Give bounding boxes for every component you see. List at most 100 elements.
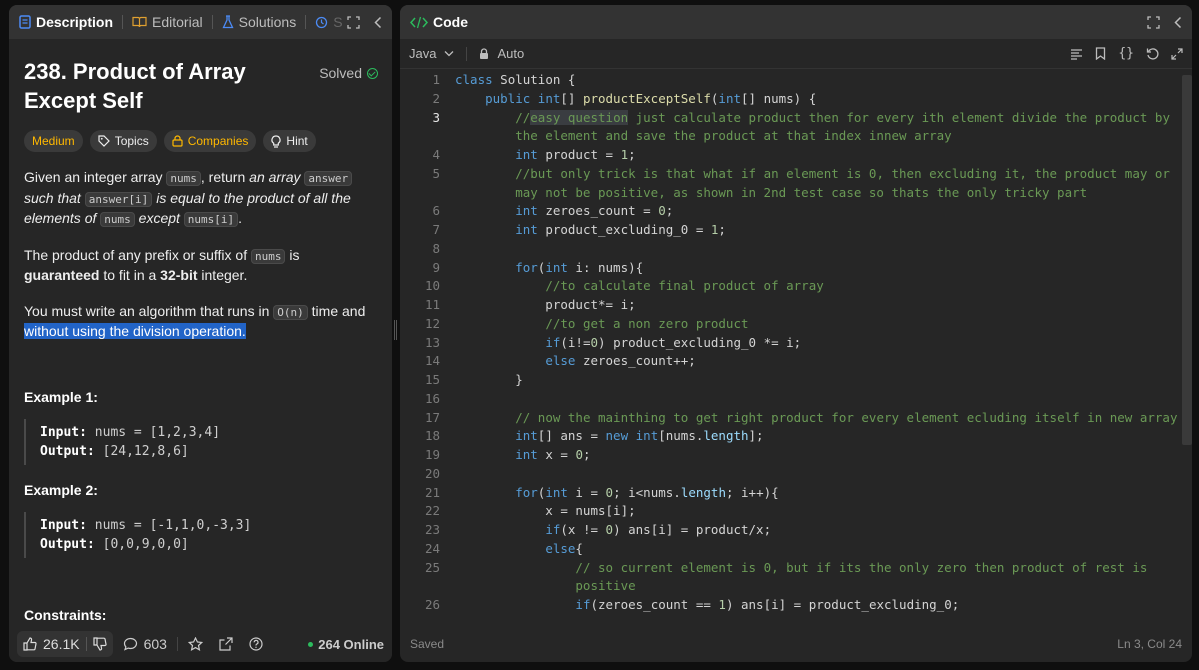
solved-status: Solved xyxy=(319,65,378,81)
line-number: 3 xyxy=(432,109,440,125)
hint-chip[interactable]: Hint xyxy=(263,130,316,152)
code-icon xyxy=(410,16,428,29)
language-select[interactable]: Java xyxy=(409,46,436,61)
search-match: easy question xyxy=(530,109,629,125)
code-complexity: O(n) xyxy=(273,304,308,320)
code-line[interactable]: 10 //to calculate final product of array xyxy=(400,277,1180,296)
code-line[interactable]: 26 if(zeroes_count == 1) ans[i] = produc… xyxy=(400,596,1180,615)
star-icon[interactable] xyxy=(187,637,203,651)
code-text: // so current element is 0, but if its t… xyxy=(575,559,1148,575)
collapse-left-icon[interactable] xyxy=(374,16,382,29)
code-line[interactable]: 3 //easy question just calculate product… xyxy=(400,109,1180,128)
code-line[interactable]: 7 int product_excluding_0 = 1; xyxy=(400,221,1180,240)
chevron-down-icon[interactable] xyxy=(444,50,454,57)
code-line[interactable]: 9 for(int i: nums){ xyxy=(400,259,1180,278)
collapse-right-icon[interactable] xyxy=(1174,16,1182,29)
line-number: 8 xyxy=(432,240,440,256)
code-line-wrap[interactable]: positive xyxy=(400,577,1180,596)
code-line[interactable]: 21 for(int i = 0; i<nums.length; i++){ xyxy=(400,484,1180,503)
code-line[interactable]: 16 xyxy=(400,390,1180,409)
text: to fit in a xyxy=(99,267,161,283)
code-line[interactable]: 17 // now the mainthing to get right pro… xyxy=(400,409,1180,428)
bookmark-icon[interactable] xyxy=(1095,47,1106,60)
code-text: int product_excluding_0 = 1; xyxy=(515,222,726,237)
code-text: x = nums[i]; xyxy=(455,503,636,519)
code-line[interactable]: 11 product*= i; xyxy=(400,296,1180,315)
companies-label: Companies xyxy=(187,134,249,148)
code-line[interactable]: 15 } xyxy=(400,371,1180,390)
tab-submissions[interactable]: S xyxy=(315,14,343,30)
tab-solutions[interactable]: Solutions xyxy=(222,14,296,30)
line-number: 20 xyxy=(424,465,440,481)
text: time and xyxy=(307,302,366,319)
code-text: for(int i: nums){ xyxy=(515,259,644,275)
code-line[interactable]: 19 int x = 0; xyxy=(400,446,1180,465)
code-line-wrap[interactable]: may not be positive, as shown in 2nd tes… xyxy=(400,184,1180,203)
tab-code[interactable]: Code xyxy=(410,14,468,30)
likes-count: 26.1K xyxy=(43,636,80,652)
example-1-block: Input: nums = [1,2,3,4] Output: [24,12,8… xyxy=(24,418,377,465)
code-nums-i: nums[i] xyxy=(183,212,239,227)
tab-submissions-label: S xyxy=(333,14,343,30)
braces-icon[interactable]: {} xyxy=(1118,46,1134,61)
vote-box: 26.1K xyxy=(17,631,113,657)
code-text: //but only trick is that what if an elem… xyxy=(515,165,1170,181)
comment-icon[interactable] xyxy=(123,637,138,651)
code-line[interactable]: 2 public int[] productExceptSelf(int[] n… xyxy=(400,90,1180,109)
text: integer. xyxy=(197,267,248,283)
code-line[interactable]: 25 // so current element is 0, but if it… xyxy=(400,559,1180,578)
code-line-wrap[interactable]: the element and save the product at that… xyxy=(400,127,1180,146)
code-text: //to get a non zero product xyxy=(545,315,749,331)
autocomplete-mode[interactable]: Auto xyxy=(497,46,524,61)
code-line[interactable]: 14 else zeroes_count++; xyxy=(400,352,1180,371)
input-label: Input: xyxy=(40,517,87,533)
save-status: Saved xyxy=(410,637,445,651)
constraints-heading: Constraints: xyxy=(24,606,107,623)
tab-description[interactable]: Description xyxy=(19,14,113,30)
lightbulb-icon xyxy=(271,134,282,148)
code-line[interactable]: 13 if(i!=0) product_excluding_0 *= i; xyxy=(400,334,1180,353)
code-text: if(zeroes_count == 1) ans[i] = product_e… xyxy=(575,597,960,612)
footer-divider xyxy=(176,637,178,651)
editor-statusbar: Saved Ln 3, Col 24 xyxy=(400,626,1192,662)
panel-resize-handle[interactable] xyxy=(394,320,397,340)
code-line[interactable]: 6 int zeroes_count = 0; xyxy=(400,202,1180,221)
editor-scrollbar[interactable] xyxy=(1182,75,1192,445)
comments-count[interactable]: 603 xyxy=(144,636,167,652)
lock-icon xyxy=(172,135,183,147)
reset-icon[interactable] xyxy=(1146,47,1159,60)
flask-icon xyxy=(222,15,234,29)
maximize-icon[interactable] xyxy=(1147,15,1160,29)
thumbs-up-icon[interactable] xyxy=(23,637,37,651)
code-line[interactable]: 1 class Solution { xyxy=(400,71,1180,90)
expand-icon[interactable] xyxy=(1171,47,1183,60)
code-line[interactable]: 24 else{ xyxy=(400,540,1180,559)
help-icon[interactable] xyxy=(249,637,263,651)
tab-divider xyxy=(305,15,307,29)
code-tabbar: Code xyxy=(400,5,1192,39)
online-indicator: 264 Online xyxy=(308,637,384,652)
code-line[interactable]: 18 int[] ans = new int[nums.length]; xyxy=(400,427,1180,446)
code-line[interactable]: 12 //to get a non zero product xyxy=(400,315,1180,334)
code-nums: nums xyxy=(250,248,286,264)
code-nums: nums xyxy=(100,212,135,227)
share-icon[interactable] xyxy=(219,637,233,651)
thumbs-down-icon[interactable] xyxy=(92,637,107,651)
tab-editorial[interactable]: Editorial xyxy=(132,14,203,30)
line-number: 12 xyxy=(424,315,440,331)
code-line[interactable]: 20 xyxy=(400,465,1180,484)
format-lines-icon[interactable] xyxy=(1070,48,1083,60)
code-line[interactable]: 22 x = nums[i]; xyxy=(400,502,1180,521)
code-line[interactable]: 4 int product = 1; xyxy=(400,146,1180,165)
companies-chip[interactable]: Companies xyxy=(163,130,257,152)
code-line[interactable]: 23 if(x != 0) ans[i] = product/x; xyxy=(400,521,1180,540)
maximize-icon[interactable] xyxy=(347,15,360,29)
code-editor[interactable]: 1 class Solution {2 public int[] productE… xyxy=(400,71,1180,623)
code-line[interactable]: 8 xyxy=(400,240,1180,259)
topics-chip[interactable]: Topics xyxy=(89,130,157,152)
code-text: the element and save the product at that… xyxy=(455,128,952,144)
code-line[interactable]: 5 //but only trick is that what if an el… xyxy=(400,165,1180,184)
code-text: positive xyxy=(455,578,636,594)
code-panel: Code Java Auto {} 1 class Solution {2 p… xyxy=(400,5,1192,662)
